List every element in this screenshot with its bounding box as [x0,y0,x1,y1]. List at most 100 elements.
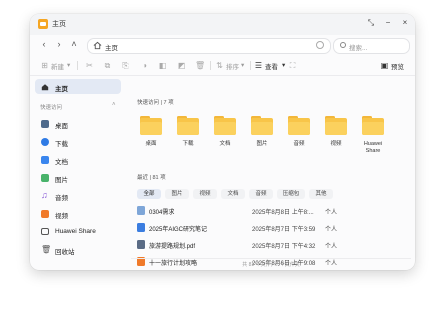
sort-button[interactable]: 排序 [226,61,239,71]
quick-access-desktop[interactable]: 桌面 [134,116,168,162]
quick-access-title: 快速访问 | 7 项 [137,100,174,106]
compress-icon[interactable]: ◧ [158,61,167,70]
search-placeholder: 搜索... [349,45,368,52]
preview-pane-icon: ▣ [380,61,389,70]
filter-all[interactable]: 全部 [137,189,161,199]
sidebar-item-label: 桌面 [55,123,68,130]
file-name: 0304需求 [149,210,175,216]
view-dropdown-icon[interactable]: ▾ [282,61,285,69]
forward-icon[interactable]: › [54,39,64,49]
folder-label: 图片 [256,141,268,147]
sidebar-item-home[interactable]: 主页 [35,79,121,94]
video-icon [41,210,49,218]
paste-icon[interactable]: ⎘ [121,61,130,70]
folder-label: Huawei Share [363,141,383,154]
folder-icon [362,116,384,135]
sidebar-item-videos[interactable]: 视频 [35,206,121,221]
status-bar: 共 81 个文件，7 个文件夹 [242,262,300,268]
toolbar-divider [250,61,251,70]
sidebar-item-label: 图片 [55,177,68,184]
sidebar-item-trash[interactable]: 🗑 回收站 [35,242,121,257]
search-icon [340,42,346,48]
sidebar-item-label: 视频 [55,213,68,220]
view-icon: ☰ [254,61,263,70]
sidebar-item-desktop[interactable]: 桌面 [35,116,121,131]
new-folder-icon: ⊞ [41,61,48,70]
new-dropdown-icon[interactable]: ▾ [67,61,70,69]
back-icon[interactable]: ‹ [39,39,49,49]
folder-icon [177,116,199,135]
share-icon[interactable]: ◑ [140,61,149,70]
folder-icon [140,116,162,135]
file-row[interactable]: 0304需求 2025年8月8日 上午8:... 个人 [137,205,405,217]
folder-icon [325,116,347,135]
filter-other[interactable]: 其他 [309,189,333,199]
folder-label: 桌面 [145,141,157,147]
filter-audio[interactable]: 音频 [249,189,273,199]
quick-access-header: 快速访问 [40,105,63,111]
quick-access-videos[interactable]: 视频 [319,116,353,162]
file-icon [137,206,145,215]
filter-archives[interactable]: 压缩包 [277,189,305,199]
chevron-up-icon[interactable]: ˄ [112,102,116,108]
filter-images[interactable]: 图片 [165,189,189,199]
status-divider [131,258,411,259]
preview-button[interactable]: 预览 [391,61,404,71]
file-row[interactable]: 2025年AIGC研究笔记 2025年8月7日 下午3:59 个人 [137,222,405,234]
quick-access-huawei-share[interactable]: Huawei Share [356,116,390,162]
address-bar[interactable]: 主页 [87,38,331,54]
toolbar-divider [77,61,78,70]
sort-icon: ⇅ [216,61,223,70]
rename-icon[interactable]: ◩ [177,61,186,70]
navigation-bar: ‹ › ˄ 主页 搜索... [30,35,415,55]
sidebar-item-label: 音频 [55,195,68,202]
music-icon: ♫ [41,190,48,200]
delete-icon[interactable]: 🗑 [195,61,205,70]
sidebar-item-label: 回收站 [55,249,75,256]
window-title: 主页 [52,21,66,28]
sidebar-item-pictures[interactable]: 图片 [35,170,121,185]
file-row[interactable]: 旅游提路规划.pdf 2025年8月7日 下午4:32 个人 [137,239,405,251]
folder-label: 视频 [330,141,342,147]
quick-access-documents[interactable]: 文档 [208,116,242,162]
sidebar-item-huawei-share[interactable]: Huawei Share [35,224,121,239]
quick-access-pictures[interactable]: 图片 [245,116,279,162]
sidebar-item-downloads[interactable]: 下载 [35,134,121,149]
sidebar-item-label: Huawei Share [55,228,96,235]
folder-label: 音频 [293,141,305,147]
file-manager-window: 主页 ⤡ − × ‹ › ˄ 主页 搜索... ⊞ 新建 ▾ ✂ ⧉ ⎘ ◑ ◧… [30,14,415,270]
word-file-icon [137,223,145,232]
file-name: 旅游提路规划.pdf [149,244,196,250]
pdf-file-icon [137,240,145,249]
copy-icon[interactable]: ⧉ [103,61,112,70]
view-button[interactable]: 查看 [265,61,278,71]
file-date: 2025年8月8日 上午8:... [252,210,314,216]
quick-access-downloads[interactable]: 下载 [171,116,205,162]
sidebar-item-documents[interactable]: 文档 [35,152,121,167]
recent-title: 最近 | 81 项 [137,175,166,181]
breadcrumb[interactable]: 主页 [105,42,118,52]
folder-icon [251,116,273,135]
search-input[interactable]: 搜索... [333,38,410,54]
filter-videos[interactable]: 视频 [193,189,217,199]
refresh-icon[interactable] [316,41,324,49]
close-icon[interactable]: × [399,18,411,27]
quick-access-music[interactable]: 音频 [282,116,316,162]
minimize-icon[interactable]: − [382,18,394,27]
file-date: 2025年8月7日 下午3:59 [252,227,316,233]
fullscreen-icon[interactable]: ⛶ [288,61,297,70]
filter-documents[interactable]: 文档 [221,189,245,199]
up-icon[interactable]: ˄ [69,39,79,49]
folder-label: 下载 [182,141,194,147]
restore-icon[interactable]: ⤡ [365,18,377,28]
cut-icon[interactable]: ✂ [85,61,94,70]
picture-icon [41,174,49,182]
home-icon [41,84,49,91]
sidebar-item-label: 文档 [55,159,68,166]
download-icon [41,138,49,146]
sidebar-item-music[interactable]: ♫ 音频 [35,188,121,203]
toolbar-divider [210,61,211,70]
new-button[interactable]: 新建 [51,61,64,71]
desktop-icon [41,120,49,128]
sort-dropdown-icon[interactable]: ▾ [241,61,244,69]
